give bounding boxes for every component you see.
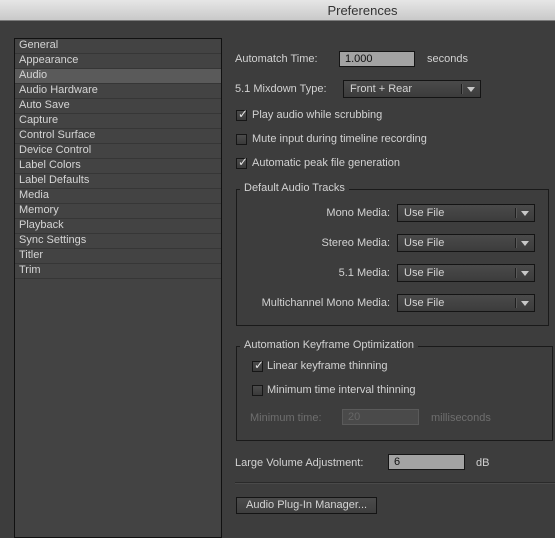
linear-keyframe-thinning-label[interactable]: Linear keyframe thinning xyxy=(267,360,387,372)
minimum-time-interval-checkbox[interactable] xyxy=(252,385,263,396)
mono-media-value: Use File xyxy=(404,207,445,219)
dropdown-separator xyxy=(515,208,517,218)
minimum-time-interval-label[interactable]: Minimum time interval thinning xyxy=(267,384,416,396)
dropdown-separator xyxy=(515,268,517,278)
chevron-down-icon xyxy=(521,301,529,306)
sidebar-item-sync-settings[interactable]: Sync Settings xyxy=(15,234,221,249)
minimum-time-label: Minimum time: xyxy=(250,412,322,424)
keyframe-optimization-title: Automation Keyframe Optimization xyxy=(240,339,418,351)
dropdown-separator xyxy=(515,238,517,248)
automatic-peak-file-label[interactable]: Automatic peak file generation xyxy=(252,157,400,169)
preferences-category-list[interactable]: General Appearance Audio Audio Hardware … xyxy=(14,38,222,538)
sidebar-item-audio-hardware[interactable]: Audio Hardware xyxy=(15,84,221,99)
large-volume-adjustment-unit: dB xyxy=(476,457,490,469)
dropdown-separator xyxy=(515,298,517,308)
multichannel-mono-media-select[interactable]: Use File xyxy=(397,294,535,312)
mute-input-recording-checkbox[interactable] xyxy=(236,134,247,145)
sidebar-item-audio[interactable]: Audio xyxy=(15,69,221,84)
mixdown-type-value: Front + Rear xyxy=(350,83,413,95)
minimum-time-input[interactable]: 20 xyxy=(342,409,419,425)
mixdown-type-select[interactable]: Front + Rear xyxy=(343,80,481,98)
check-icon: ✓ xyxy=(254,358,265,372)
chevron-down-icon xyxy=(467,87,475,92)
check-icon: ✓ xyxy=(238,155,249,169)
stereo-media-value: Use File xyxy=(404,237,445,249)
chevron-down-icon xyxy=(521,211,529,216)
five-one-media-select[interactable]: Use File xyxy=(397,264,535,282)
sidebar-item-trim[interactable]: Trim xyxy=(15,264,221,279)
linear-keyframe-thinning-checkbox[interactable]: ✓ xyxy=(252,358,265,372)
sidebar-item-label-colors[interactable]: Label Colors xyxy=(15,159,221,174)
five-one-media-value: Use File xyxy=(404,267,445,279)
automatch-time-input[interactable]: 1.000 xyxy=(339,51,415,67)
check-icon: ✓ xyxy=(238,107,249,121)
large-volume-adjustment-label: Large Volume Adjustment: xyxy=(235,457,364,469)
multichannel-mono-media-value: Use File xyxy=(404,297,445,309)
mixdown-type-label: 5.1 Mixdown Type: xyxy=(235,83,327,95)
default-audio-tracks-title: Default Audio Tracks xyxy=(240,182,349,194)
audio-plugin-manager-button[interactable]: Audio Plug-In Manager... xyxy=(236,497,378,514)
minimum-time-unit: milliseconds xyxy=(431,412,491,424)
stereo-media-label: Stereo Media: xyxy=(321,237,390,249)
mute-input-recording-label[interactable]: Mute input during timeline recording xyxy=(252,133,427,145)
title-bar: Preferences xyxy=(0,0,555,21)
sidebar-item-general[interactable]: General xyxy=(15,39,221,54)
window-title: Preferences xyxy=(327,3,398,18)
chevron-down-icon xyxy=(521,271,529,276)
automatic-peak-file-checkbox[interactable]: ✓ xyxy=(236,155,249,169)
stereo-media-select[interactable]: Use File xyxy=(397,234,535,252)
five-one-media-label: 5.1 Media: xyxy=(338,267,390,279)
large-volume-adjustment-input[interactable]: 6 xyxy=(388,454,465,470)
automatch-time-label: Automatch Time: xyxy=(235,53,318,65)
multichannel-mono-media-label: Multichannel Mono Media: xyxy=(261,297,390,309)
sidebar-item-memory[interactable]: Memory xyxy=(15,204,221,219)
mono-media-label: Mono Media: xyxy=(326,207,390,219)
sidebar-item-appearance[interactable]: Appearance xyxy=(15,54,221,69)
sidebar-item-media[interactable]: Media xyxy=(15,189,221,204)
sidebar-item-titler[interactable]: Titler xyxy=(15,249,221,264)
sidebar-item-auto-save[interactable]: Auto Save xyxy=(15,99,221,114)
play-audio-scrubbing-label[interactable]: Play audio while scrubbing xyxy=(252,109,382,121)
chevron-down-icon xyxy=(521,241,529,246)
automatch-time-unit: seconds xyxy=(427,53,468,65)
dropdown-separator xyxy=(461,84,463,94)
sidebar-item-device-control[interactable]: Device Control xyxy=(15,144,221,159)
sidebar-item-capture[interactable]: Capture xyxy=(15,114,221,129)
divider xyxy=(235,482,555,484)
play-audio-scrubbing-checkbox[interactable]: ✓ xyxy=(236,107,249,121)
sidebar-item-label-defaults[interactable]: Label Defaults xyxy=(15,174,221,189)
sidebar-item-control-surface[interactable]: Control Surface xyxy=(15,129,221,144)
sidebar-item-playback[interactable]: Playback xyxy=(15,219,221,234)
mono-media-select[interactable]: Use File xyxy=(397,204,535,222)
